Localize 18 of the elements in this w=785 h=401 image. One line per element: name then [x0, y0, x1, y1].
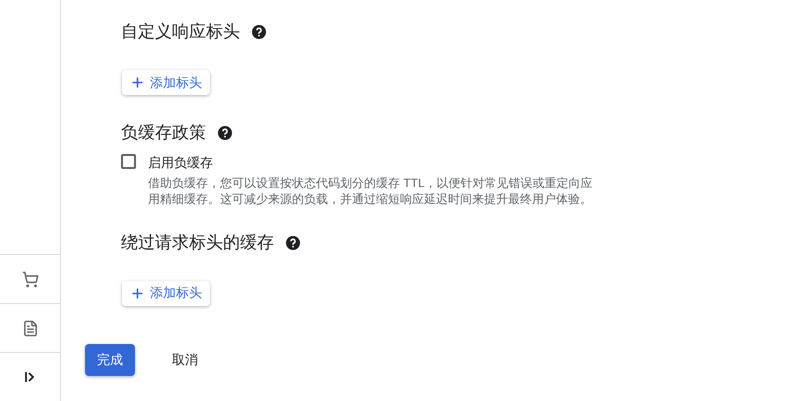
help-icon[interactable] [286, 236, 300, 250]
section-title: 负缓存政策 [121, 122, 206, 144]
checkbox-description: 借助负缓存，您可以设置按状态代码划分的缓存 TTL，以便针对常见错误或重定向应用精细缓存。这可减少来源的负载，并通过缩短响应延迟时间来提升最终用户体验。 [148, 174, 594, 206]
section-title: 绕过请求标头的缓存 [121, 232, 274, 254]
document-icon[interactable] [22, 320, 38, 336]
done-button[interactable]: 完成 [85, 344, 135, 376]
section-title: 自定义响应标头 [121, 21, 240, 44]
plus-icon [130, 75, 145, 90]
checkbox[interactable] [121, 154, 136, 169]
help-icon[interactable] [218, 126, 232, 140]
cancel-button[interactable]: 取消 [159, 344, 211, 376]
help-icon[interactable] [252, 25, 266, 39]
add-header-button[interactable]: 添加标头 [122, 280, 210, 306]
expand-icon[interactable] [24, 371, 36, 383]
add-header-button[interactable]: 添加标头 [122, 70, 210, 95]
checkbox-label: 启用负缓存 [148, 154, 214, 172]
plus-icon [130, 286, 145, 300]
cart-icon[interactable] [22, 270, 38, 288]
